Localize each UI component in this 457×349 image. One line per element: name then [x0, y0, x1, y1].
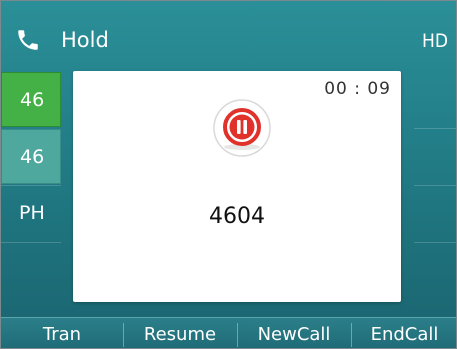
call-timer: 00 : 09: [324, 79, 391, 99]
right-keys-column: [414, 72, 456, 300]
pause-icon: [213, 99, 271, 157]
divider: [414, 128, 456, 129]
divider: [414, 185, 456, 186]
call-card: 00 : 09 4604: [73, 71, 401, 302]
line-key-2[interactable]: 46: [1, 129, 61, 184]
call-number: 4604: [209, 204, 265, 229]
hd-audio-badge: HD: [421, 30, 448, 52]
divider: [414, 242, 456, 243]
line-key-3[interactable]: PH: [1, 186, 61, 241]
softkey-bar: Tran Resume NewCall EndCall: [1, 317, 456, 348]
resume-softkey[interactable]: Resume: [123, 318, 237, 348]
line-key-1[interactable]: 46: [1, 72, 61, 127]
phone-screen: Hold HD 46 46 PH 00 : 09 4604 Tran Resum…: [0, 0, 457, 349]
phone-handset-icon: [18, 30, 38, 50]
end-call-softkey[interactable]: EndCall: [351, 318, 456, 348]
status-bar: Hold HD: [1, 1, 456, 59]
line-key-4[interactable]: [1, 243, 61, 298]
call-state-title: Hold: [61, 28, 109, 52]
new-call-softkey[interactable]: NewCall: [237, 318, 351, 348]
line-keys-column: 46 46 PH: [1, 72, 61, 300]
transfer-softkey[interactable]: Tran: [1, 318, 123, 348]
